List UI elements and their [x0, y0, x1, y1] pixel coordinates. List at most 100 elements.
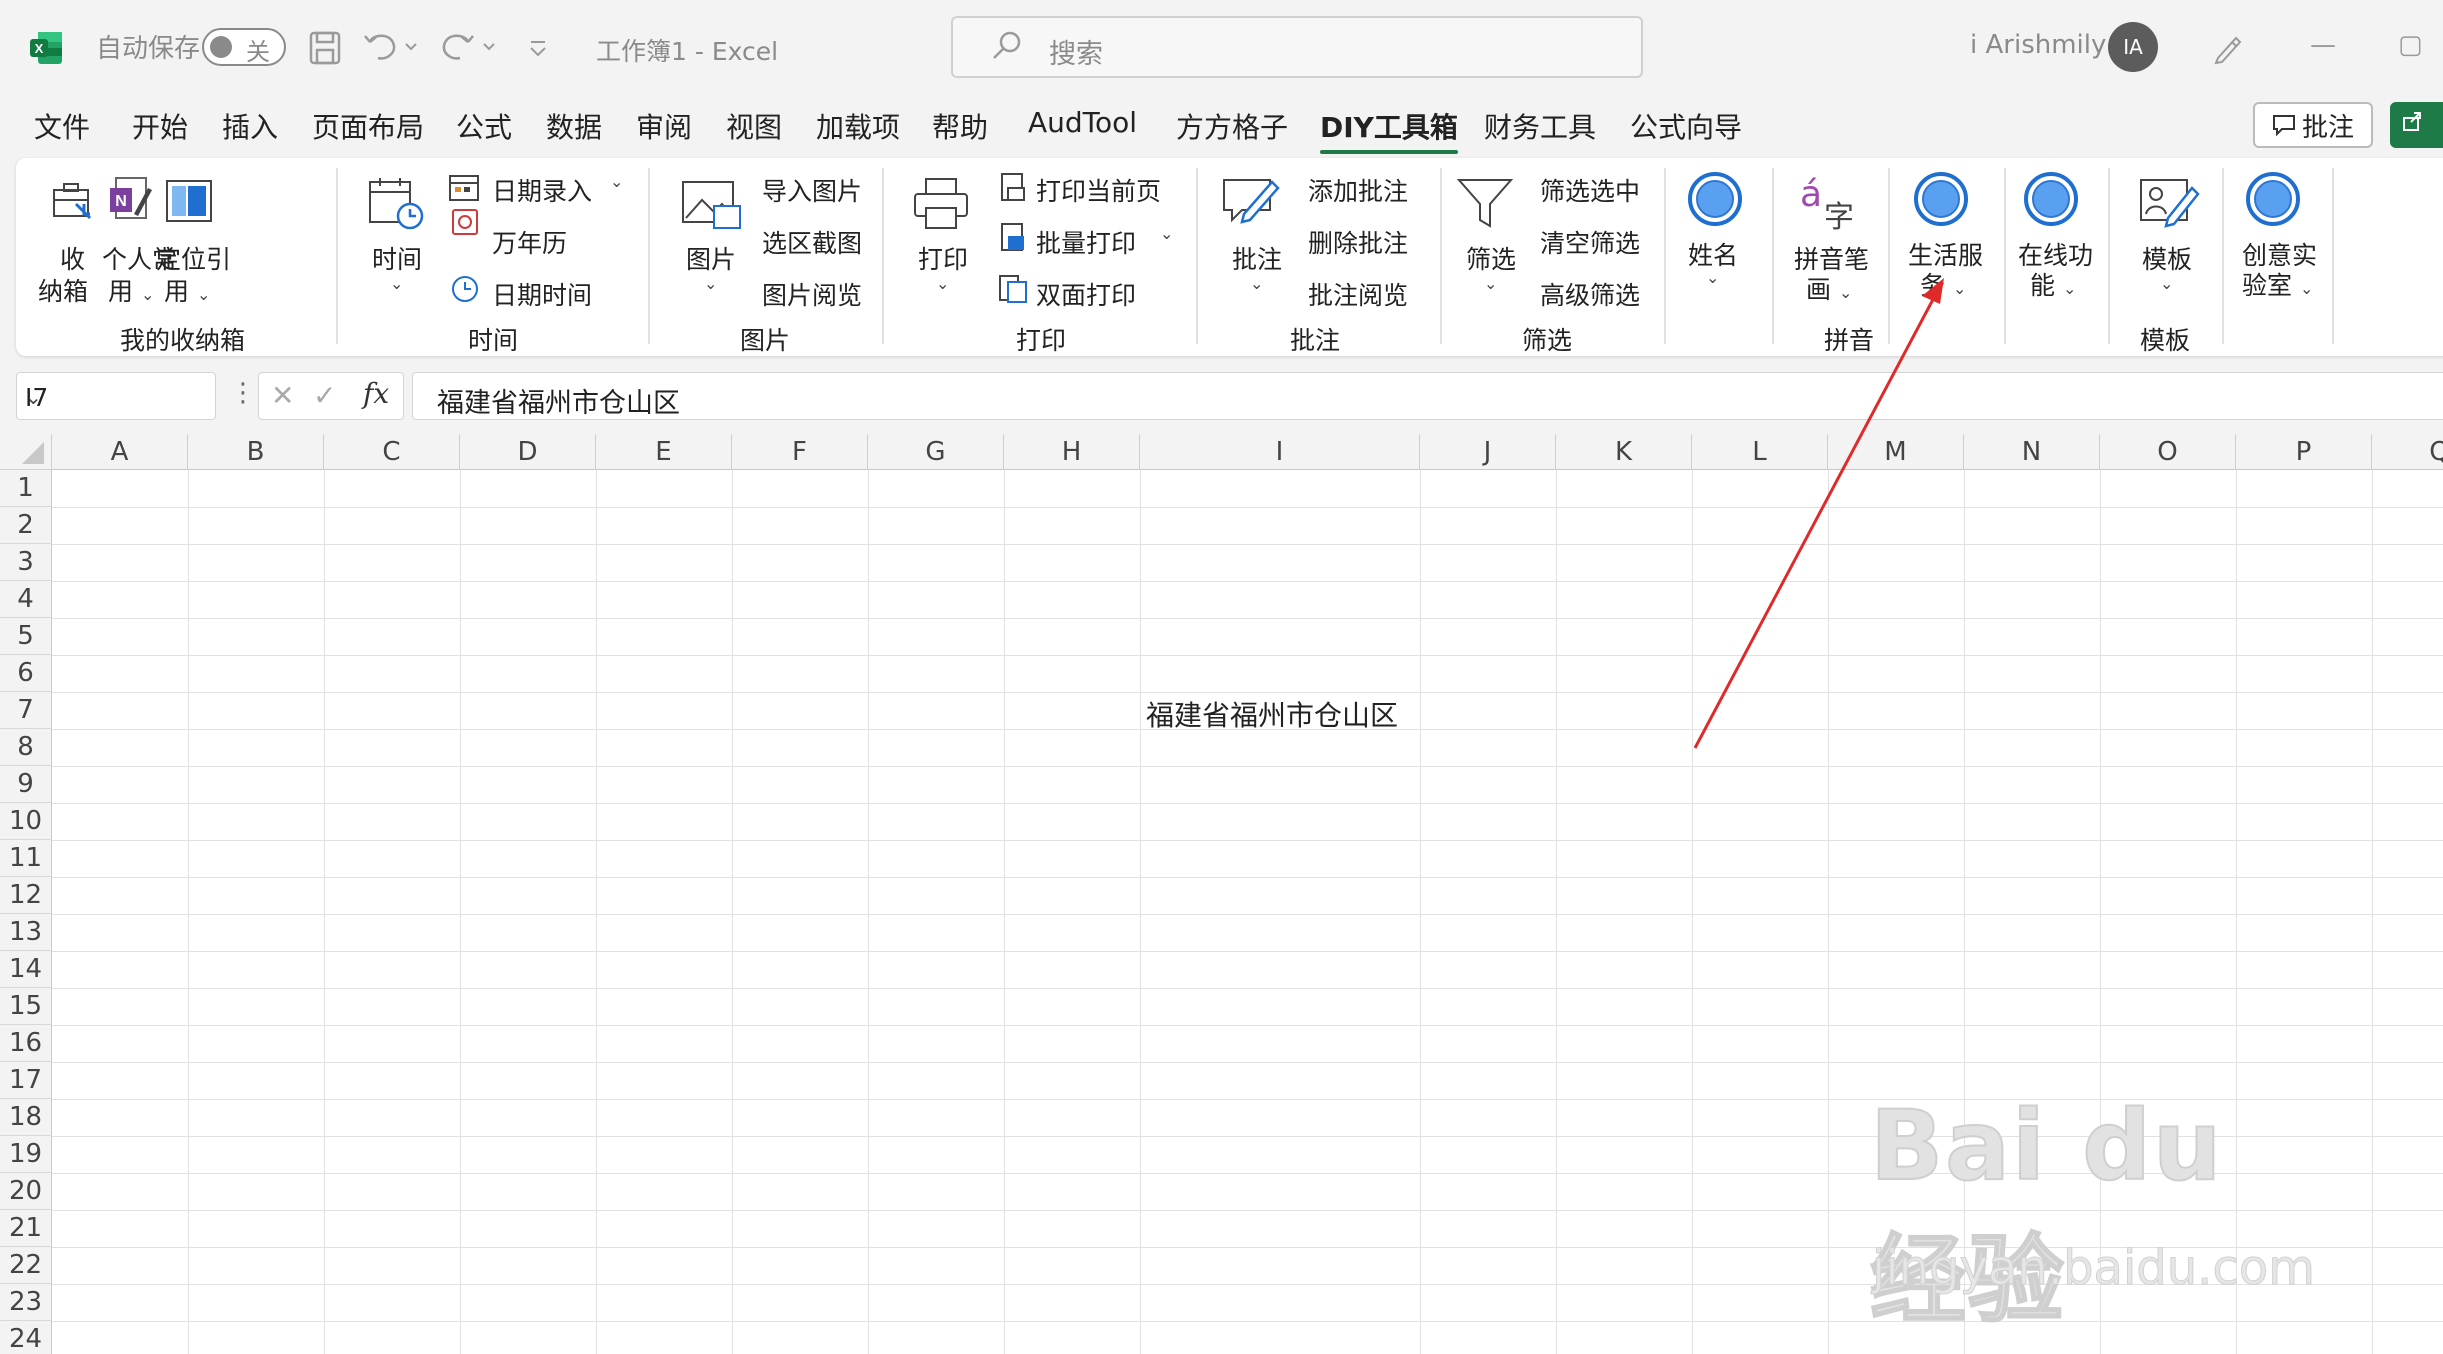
tab-finance-tools[interactable]: 财务工具: [1484, 106, 1596, 146]
region-screenshot-item[interactable]: 选区截图: [762, 224, 862, 260]
row-header-18[interactable]: 18: [0, 1099, 52, 1136]
tab-review[interactable]: 审阅: [636, 106, 692, 146]
tab-fangfangezi[interactable]: 方方格子: [1176, 106, 1288, 146]
tab-insert[interactable]: 插入: [222, 106, 278, 146]
chevron-down-icon[interactable]: ⌄: [2160, 274, 2173, 293]
row-header-3[interactable]: 3: [0, 544, 52, 581]
row-header-23[interactable]: 23: [0, 1284, 52, 1321]
chevron-down-icon[interactable]: ⌄: [1250, 274, 1263, 293]
row-header-14[interactable]: 14: [0, 951, 52, 988]
enter-check-icon[interactable]: ✓: [313, 379, 336, 412]
row-header-9[interactable]: 9: [0, 766, 52, 803]
cancel-icon[interactable]: ✕: [271, 379, 294, 412]
column-header-I[interactable]: I: [1140, 434, 1420, 470]
chevron-down-icon[interactable]: ⌄: [1706, 268, 1719, 287]
tab-audtool[interactable]: AudTool: [1028, 106, 1137, 139]
row-header-1[interactable]: 1: [0, 470, 52, 507]
chevron-down-icon[interactable]: ⌄: [610, 172, 623, 191]
advanced-filter-item[interactable]: 高级筛选: [1540, 276, 1640, 312]
tab-view[interactable]: 视图: [726, 106, 782, 146]
customize-qat-icon[interactable]: [526, 28, 550, 68]
column-header-B[interactable]: B: [188, 434, 324, 470]
column-header-O[interactable]: O: [2100, 434, 2236, 470]
picture-browse-item[interactable]: 图片阅览: [762, 276, 862, 312]
locate-ref-btn-l2[interactable]: 用 ⌄: [164, 272, 210, 308]
filter-selected-item[interactable]: 筛选选中: [1540, 172, 1640, 208]
chevron-down-icon[interactable]: ⌄: [1484, 274, 1497, 293]
duplex-print-item[interactable]: 双面打印: [1036, 276, 1136, 312]
chevron-down-icon[interactable]: ⌄: [936, 274, 949, 293]
column-header-Q[interactable]: Q: [2372, 434, 2443, 470]
column-header-N[interactable]: N: [1964, 434, 2100, 470]
column-header-G[interactable]: G: [868, 434, 1004, 470]
row-header-7[interactable]: 7: [0, 692, 52, 729]
time-btn-label[interactable]: 时间: [372, 240, 422, 276]
column-header-D[interactable]: D: [460, 434, 596, 470]
tab-data[interactable]: 数据: [546, 106, 602, 146]
column-header-C[interactable]: C: [324, 434, 460, 470]
filter-btn-label[interactable]: 筛选: [1466, 240, 1516, 276]
storage-btn-l2[interactable]: 纳箱: [38, 272, 88, 308]
formula-input[interactable]: 福建省福州市仓山区: [412, 372, 2443, 420]
chevron-down-icon[interactable]: ⌄: [704, 274, 717, 293]
tab-home[interactable]: 开始: [132, 106, 188, 146]
row-header-10[interactable]: 10: [0, 803, 52, 840]
life-service-btn-l2[interactable]: 务 ⌄: [1920, 266, 1966, 302]
row-header-13[interactable]: 13: [0, 914, 52, 951]
designer-pen-icon[interactable]: [2210, 30, 2246, 66]
name-box[interactable]: I7 ⌄: [16, 372, 216, 420]
row-header-5[interactable]: 5: [0, 618, 52, 655]
tab-formula-wizard[interactable]: 公式向导: [1630, 106, 1742, 146]
row-header-15[interactable]: 15: [0, 988, 52, 1025]
column-header-E[interactable]: E: [596, 434, 732, 470]
avatar[interactable]: IA: [2108, 22, 2158, 72]
datetime-item[interactable]: 日期时间: [492, 276, 592, 312]
clear-filter-item[interactable]: 清空筛选: [1540, 224, 1640, 260]
row-header-8[interactable]: 8: [0, 729, 52, 766]
name-btn-label[interactable]: 姓名: [1688, 236, 1738, 272]
row-header-17[interactable]: 17: [0, 1062, 52, 1099]
row-header-6[interactable]: 6: [0, 655, 52, 692]
batch-print-item[interactable]: 批量打印: [1036, 224, 1136, 260]
import-picture-item[interactable]: 导入图片: [762, 172, 862, 208]
picture-btn-label[interactable]: 图片: [686, 240, 736, 276]
insert-function-icon[interactable]: fx: [363, 377, 389, 410]
creative-lab-btn-l2[interactable]: 验室 ⌄: [2242, 266, 2313, 302]
personal-common-btn-l2[interactable]: 用 ⌄: [108, 272, 154, 308]
share-button[interactable]: [2390, 102, 2443, 148]
print-btn-label[interactable]: 打印: [918, 240, 968, 276]
row-header-12[interactable]: 12: [0, 877, 52, 914]
tab-diy-toolbox[interactable]: DIY工具箱: [1320, 106, 1458, 154]
row-header-22[interactable]: 22: [0, 1247, 52, 1284]
tab-page-layout[interactable]: 页面布局: [312, 106, 424, 146]
comment-btn-label[interactable]: 批注: [1232, 240, 1282, 276]
column-header-L[interactable]: L: [1692, 434, 1828, 470]
autosave-toggle[interactable]: 关: [202, 28, 286, 66]
online-function-btn-l2[interactable]: 能 ⌄: [2030, 266, 2076, 302]
date-entry-item[interactable]: 日期录入: [492, 172, 592, 208]
cell-I7[interactable]: 福建省福州市仓山区: [1146, 694, 1398, 734]
minimize-icon[interactable]: —: [2310, 30, 2336, 60]
template-btn-label[interactable]: 模板: [2142, 240, 2192, 276]
pinyin-stroke-btn-l2[interactable]: 画 ⌄: [1806, 270, 1852, 306]
more-options-icon[interactable]: ⋮: [230, 378, 256, 408]
column-header-J[interactable]: J: [1420, 434, 1556, 470]
tab-help[interactable]: 帮助: [932, 106, 988, 146]
select-all-corner[interactable]: [0, 434, 52, 470]
column-header-H[interactable]: H: [1004, 434, 1140, 470]
row-header-11[interactable]: 11: [0, 840, 52, 877]
chevron-down-icon[interactable]: ⌄: [390, 274, 403, 293]
user-name[interactable]: i Arishmily: [1970, 30, 2106, 60]
print-current-page-item[interactable]: 打印当前页: [1036, 172, 1161, 208]
search-box[interactable]: 搜索: [951, 16, 1643, 78]
column-header-A[interactable]: A: [52, 434, 188, 470]
column-header-P[interactable]: P: [2236, 434, 2372, 470]
row-header-4[interactable]: 4: [0, 581, 52, 618]
restore-icon[interactable]: ▢: [2398, 30, 2423, 60]
perpetual-calendar-item[interactable]: 万年历: [492, 224, 567, 260]
storage-btn-l1[interactable]: 收: [60, 240, 85, 276]
tab-formulas[interactable]: 公式: [456, 106, 512, 146]
row-header-21[interactable]: 21: [0, 1210, 52, 1247]
browse-comment-item[interactable]: 批注阅览: [1308, 276, 1408, 312]
add-comment-item[interactable]: 添加批注: [1308, 172, 1408, 208]
